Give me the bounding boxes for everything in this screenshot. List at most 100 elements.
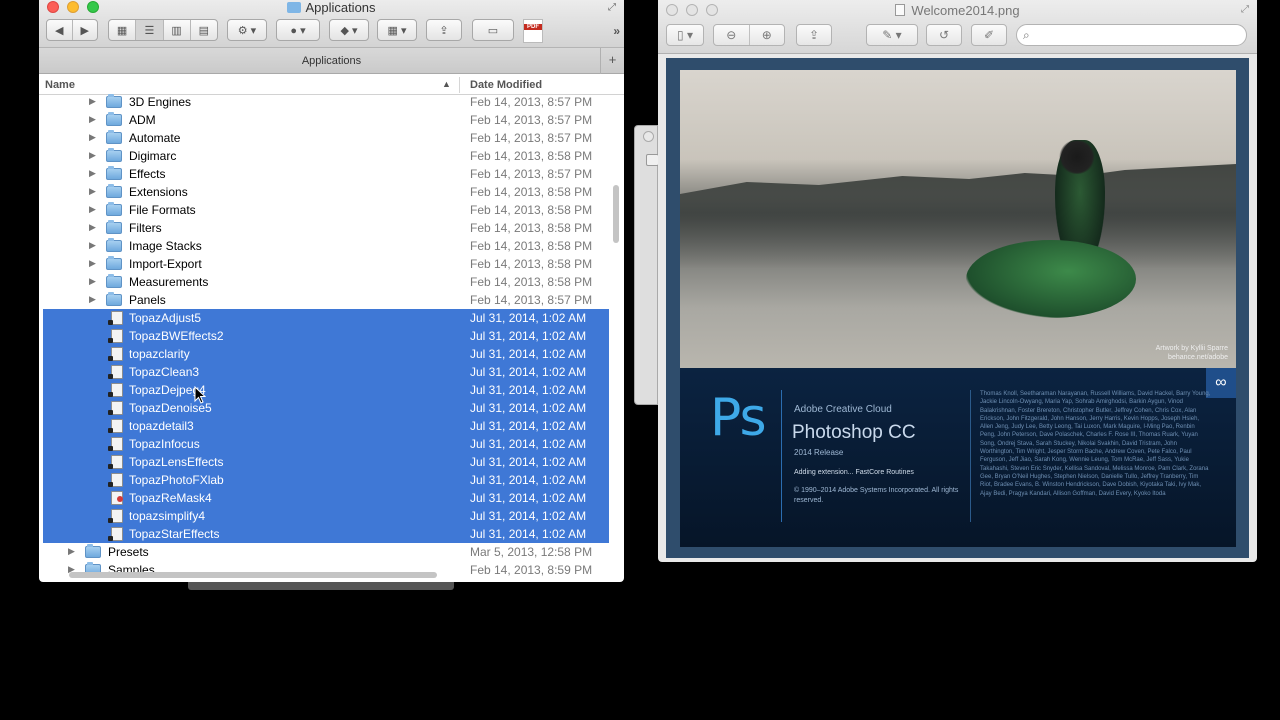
disclosure-triangle-icon[interactable]: ▶	[89, 258, 96, 269]
toolbar-overflow-icon[interactable]: »	[613, 24, 620, 38]
disclosure-triangle-icon[interactable]: ▶	[89, 132, 96, 143]
plugin-alias-icon	[108, 437, 123, 451]
background-window[interactable]	[634, 125, 659, 405]
folder-row[interactable]: ▶ 3D Engines Feb 14, 2013, 8:57 PM	[39, 93, 609, 111]
share-button[interactable]: ⇪	[796, 24, 832, 46]
row-date-modified: Feb 14, 2013, 8:57 PM	[470, 167, 593, 181]
folder-row[interactable]: ▶ Filters Feb 14, 2013, 8:58 PM	[39, 219, 609, 237]
disclosure-triangle-icon[interactable]: ▶	[89, 150, 96, 161]
row-date-modified: Feb 14, 2013, 8:58 PM	[470, 149, 593, 163]
product-name: Photoshop CC	[792, 422, 916, 443]
row-date-modified: Feb 14, 2013, 8:59 PM	[470, 563, 593, 577]
plugin-alias-icon	[108, 419, 123, 433]
name-column-header[interactable]: Name	[45, 79, 75, 91]
row-name: TopazLensEffects	[129, 455, 224, 469]
row-name: Digimarc	[129, 149, 177, 163]
fullscreen-icon[interactable]: ⤢	[1241, 4, 1249, 15]
disclosure-triangle-icon[interactable]: ▶	[89, 240, 96, 251]
loading-status: Adding extension... FastCore Routines	[794, 469, 914, 476]
icon-view-button[interactable]: ▦	[109, 20, 137, 40]
file-row[interactable]: topazsimplify4 Jul 31, 2014, 1:02 AM	[43, 507, 609, 525]
disclosure-triangle-icon[interactable]: ▶	[89, 168, 96, 179]
folder-row[interactable]: ▶ Panels Feb 14, 2013, 8:57 PM	[39, 291, 609, 309]
forward-button[interactable]: ▶	[73, 20, 98, 40]
file-row[interactable]: TopazPhotoFXlab Jul 31, 2014, 1:02 AM	[43, 471, 609, 489]
file-row[interactable]: topazdetail3 Jul 31, 2014, 1:02 AM	[43, 417, 609, 435]
horizontal-scrollbar[interactable]	[69, 572, 437, 578]
plugin-alias-icon	[108, 365, 123, 379]
search-input[interactable]: ⌕	[1016, 24, 1247, 46]
window-title-text: Applications	[305, 0, 376, 15]
folder-row[interactable]: ▶ Extensions Feb 14, 2013, 8:58 PM	[39, 183, 609, 201]
back-button[interactable]: ◀	[47, 20, 73, 40]
file-row[interactable]: topazclarity Jul 31, 2014, 1:02 AM	[43, 345, 609, 363]
folder-row[interactable]: ▶ Digimarc Feb 14, 2013, 8:58 PM	[39, 147, 609, 165]
file-row[interactable]: TopazBWEffects2 Jul 31, 2014, 1:02 AM	[43, 327, 609, 345]
edit-toolbar-button[interactable]: ✐	[971, 24, 1007, 46]
brand-name: Adobe Creative Cloud	[794, 404, 892, 415]
tab-applications[interactable]: Applications	[39, 55, 624, 67]
folder-row[interactable]: ▶ ADM Feb 14, 2013, 8:57 PM	[39, 111, 609, 129]
file-row[interactable]: TopazReMask4 Jul 31, 2014, 1:02 AM	[43, 489, 609, 507]
zoom-out-button[interactable]: ⊖	[714, 25, 750, 45]
row-name: Extensions	[129, 185, 188, 199]
disclosure-triangle-icon[interactable]: ▶	[89, 114, 96, 125]
list-view-button[interactable]: ☰	[136, 20, 164, 40]
fullscreen-icon[interactable]: ⤢	[608, 2, 616, 13]
dropbox-button[interactable]: ◆ ▾	[329, 19, 369, 41]
rotate-button[interactable]: ↺	[926, 24, 962, 46]
disclosure-triangle-icon[interactable]: ▶	[89, 294, 96, 305]
dropbox-account-icon: ● ▾	[290, 24, 306, 37]
row-date-modified: Feb 14, 2013, 8:58 PM	[470, 257, 593, 271]
disclosure-triangle-icon[interactable]: ▶	[89, 276, 96, 287]
file-row[interactable]: TopazDejpeg4 Jul 31, 2014, 1:02 AM	[43, 381, 609, 399]
folder-row[interactable]: ▶ Automate Feb 14, 2013, 8:57 PM	[39, 129, 609, 147]
dropbox-account-button[interactable]: ● ▾	[276, 19, 320, 41]
sidebar-icon: ▯ ▾	[677, 28, 693, 42]
date-column-header[interactable]: Date Modified	[470, 79, 542, 91]
folder-row[interactable]: ▶ Presets Mar 5, 2013, 12:58 PM	[39, 543, 609, 561]
sidebar-toggle-button[interactable]: ▯ ▾	[666, 24, 704, 46]
add-tab-button[interactable]: +	[600, 48, 624, 74]
action-menu-button[interactable]: ⚙ ▾	[227, 19, 267, 41]
pdf-icon[interactable]: PDF	[523, 19, 543, 43]
row-name: ADM	[129, 113, 156, 127]
preview-titlebar: Welcome2014.png ⤢ ▯ ▾ ⊖ ⊕ ⇪ ✎ ▾ ↺ ✐ ⌕	[658, 0, 1257, 54]
row-date-modified: Feb 14, 2013, 8:58 PM	[470, 239, 593, 253]
image-canvas[interactable]: Artwork by Kyllii Sparre behance.net/ado…	[666, 58, 1249, 558]
file-row[interactable]: TopazDenoise5 Jul 31, 2014, 1:02 AM	[43, 399, 609, 417]
folder-icon	[106, 94, 122, 108]
row-date-modified: Jul 31, 2014, 1:02 AM	[470, 527, 587, 541]
folder-row[interactable]: ▶ Effects Feb 14, 2013, 8:57 PM	[39, 165, 609, 183]
vertical-scrollbar[interactable]	[613, 185, 619, 243]
disclosure-triangle-icon[interactable]: ▶	[68, 546, 75, 557]
folder-row[interactable]: ▶ Measurements Feb 14, 2013, 8:58 PM	[39, 273, 609, 291]
folder-icon	[106, 166, 122, 180]
disclosure-triangle-icon[interactable]: ▶	[89, 186, 96, 197]
tags-button[interactable]: ▭	[472, 19, 514, 41]
background-window-button	[643, 131, 654, 142]
folder-row[interactable]: ▶ File Formats Feb 14, 2013, 8:58 PM	[39, 201, 609, 219]
column-view-button[interactable]: ▥	[164, 20, 191, 40]
folder-row[interactable]: ▶ Image Stacks Feb 14, 2013, 8:58 PM	[39, 237, 609, 255]
arrange-button[interactable]: ▦ ▾	[377, 19, 417, 41]
file-row[interactable]: TopazLensEffects Jul 31, 2014, 1:02 AM	[43, 453, 609, 471]
coverflow-view-button[interactable]: ▤	[191, 20, 217, 40]
row-name: TopazStarEffects	[129, 527, 220, 541]
file-row[interactable]: TopazAdjust5 Jul 31, 2014, 1:02 AM	[43, 309, 609, 327]
zoom-in-button[interactable]: ⊕	[750, 25, 785, 45]
disclosure-triangle-icon[interactable]: ▶	[89, 96, 96, 107]
folder-icon	[106, 256, 122, 270]
share-button[interactable]: ⇪	[426, 19, 462, 41]
column-divider[interactable]	[459, 77, 460, 93]
file-row[interactable]: TopazStarEffects Jul 31, 2014, 1:02 AM	[43, 525, 609, 543]
disclosure-triangle-icon[interactable]: ▶	[89, 204, 96, 215]
file-row[interactable]: TopazInfocus Jul 31, 2014, 1:02 AM	[43, 435, 609, 453]
folder-row[interactable]: ▶ Import-Export Feb 14, 2013, 8:58 PM	[39, 255, 609, 273]
markup-button[interactable]: ✎ ▾	[866, 24, 918, 46]
disclosure-triangle-icon[interactable]: ▶	[89, 222, 96, 233]
sort-ascending-icon[interactable]: ▲	[442, 79, 451, 89]
artwork-credit-url: behance.net/adobe	[1168, 354, 1228, 361]
divider	[970, 390, 971, 522]
file-row[interactable]: TopazClean3 Jul 31, 2014, 1:02 AM	[43, 363, 609, 381]
